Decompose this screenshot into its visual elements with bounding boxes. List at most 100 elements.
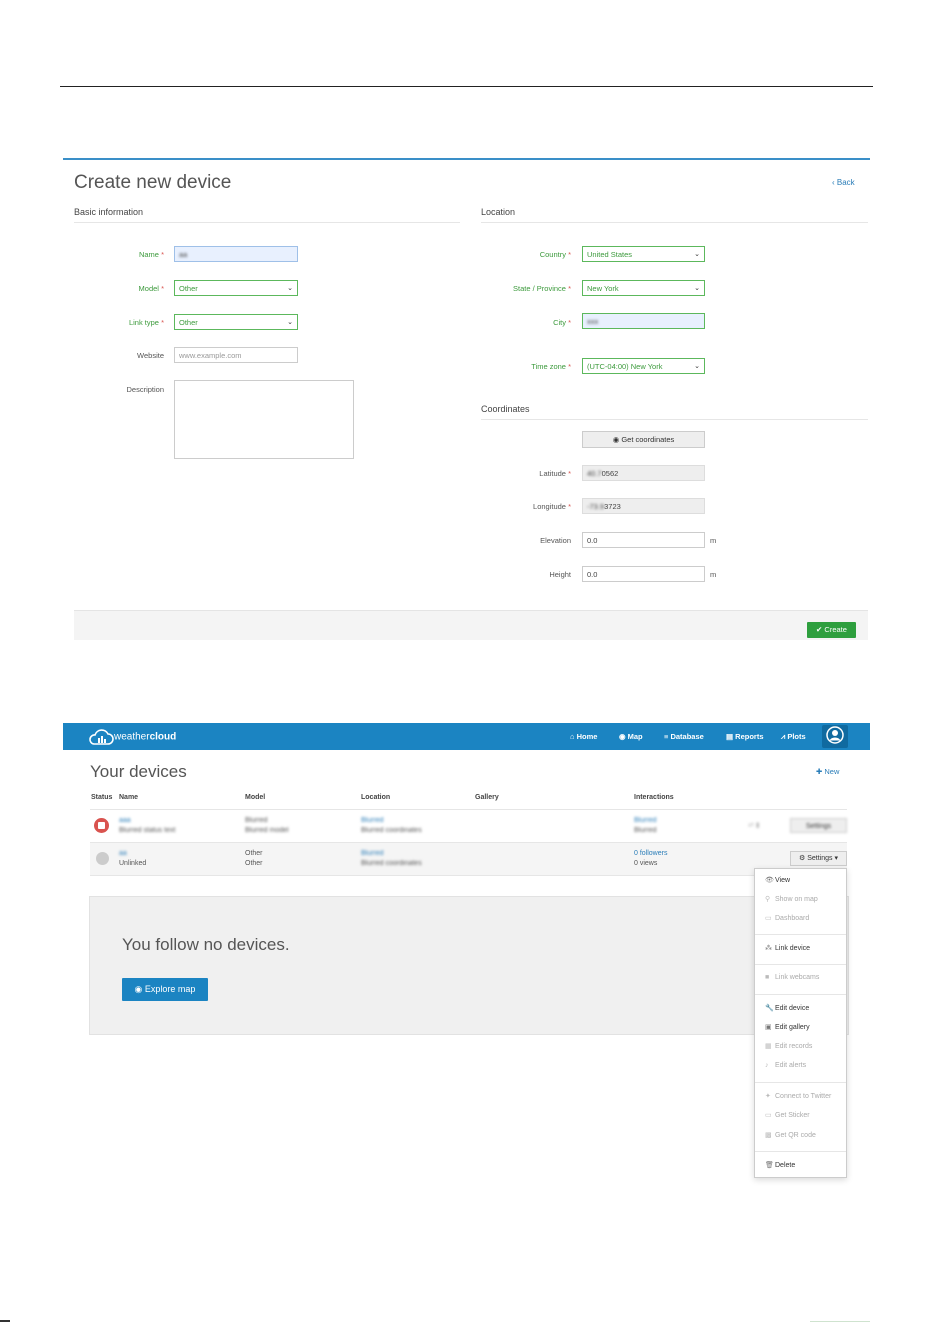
followed-devices-panel (89, 896, 849, 1035)
chevron-down-icon: ⌄ (287, 285, 293, 292)
model-select[interactable]: Other ⌄ (174, 280, 298, 296)
height-unit: m (710, 570, 717, 579)
city-field[interactable]: xxx (582, 313, 705, 329)
elevation-label: Elevation (540, 536, 571, 545)
menu-divider (755, 934, 846, 935)
table-row-views: 0 views (634, 860, 658, 867)
table-row-highlight (90, 843, 847, 875)
latitude-label: Latitude * (539, 469, 571, 478)
description-textarea[interactable] (174, 380, 354, 459)
menu-item-view[interactable]: 👁View (765, 876, 790, 884)
bell-icon: ♪ (765, 1062, 769, 1069)
monitor-icon: ▭ (765, 915, 772, 922)
menu-divider (755, 1151, 846, 1152)
page-top-rule (60, 86, 873, 87)
table-header-divider (90, 809, 847, 810)
country-select[interactable]: United States ⌄ (582, 246, 705, 262)
table-row-location[interactable]: Blurred (361, 850, 384, 857)
table-row-location-sub: Blurred coordinates (361, 827, 422, 834)
link-type-select[interactable]: Other ⌄ (174, 314, 298, 330)
menu-item-link-device[interactable]: ⁂ Link device (765, 944, 810, 952)
menu-item-link-webcams: ■ Link webcams (765, 974, 820, 981)
user-icon (826, 726, 844, 744)
city-label: City * (553, 318, 571, 327)
state-select[interactable]: New York ⌄ (582, 280, 705, 296)
create-button[interactable]: ✔ Create (807, 622, 856, 638)
elevation-input[interactable]: 0.0 (582, 532, 705, 548)
settings-button-row2[interactable]: ⚙ Settings ▾ (790, 851, 847, 866)
new-device-button[interactable]: ✚ New (816, 767, 839, 776)
name-label: Name * (138, 250, 164, 259)
get-coordinates-button[interactable]: ◉ Get coordinates (582, 431, 705, 448)
globe-icon: ◉ (134, 984, 145, 994)
website-label: Website (137, 351, 164, 360)
height-input[interactable]: 0.0 (582, 566, 705, 582)
divider (481, 222, 868, 223)
explore-map-button[interactable]: ◉ Explore map (122, 978, 208, 1001)
table-row-model: Other (245, 850, 263, 857)
weathercloud-logo[interactable]: weathercloud (88, 728, 176, 746)
menu-item-edit-gallery[interactable]: ▣ Edit gallery (765, 1023, 810, 1031)
col-gallery: Gallery (475, 794, 499, 801)
elevation-unit: m (710, 536, 717, 545)
qr-icon: ▩ (765, 1132, 772, 1139)
nav-plots[interactable]: ⩘ Plots (781, 732, 806, 742)
menu-item-get-qr-code: ▩ Get QR code (765, 1132, 816, 1139)
table-row-followers[interactable]: 0 followers (634, 850, 667, 857)
cloud-logo-icon (89, 729, 114, 745)
menu-divider (755, 964, 846, 965)
description-label: Description (126, 385, 164, 394)
wrench-icon: 🔧 (765, 1005, 774, 1012)
user-avatar[interactable] (822, 725, 848, 748)
back-link[interactable]: ‹ Back (832, 178, 855, 187)
menu-divider (755, 1082, 846, 1083)
table-row-interactions[interactable]: Blurred (634, 817, 657, 824)
height-label: Height (549, 570, 571, 579)
table-row-interactions-sub: Blurred (634, 827, 657, 834)
table-row-name[interactable]: aa (119, 850, 127, 857)
menu-item-show-on-map: ⚲ Show on map (765, 896, 818, 903)
chevron-down-icon: ⌄ (287, 319, 293, 326)
name-field[interactable]: aa (174, 246, 298, 262)
nav-reports[interactable]: ▤ Reports (726, 732, 764, 741)
settings-button-row1[interactable]: Settings (790, 818, 847, 833)
table-row-location-sub: Blurred coordinates (361, 860, 422, 867)
col-name: Name (119, 794, 139, 801)
timezone-select[interactable]: (UTC-04:00) New York ⌄ (582, 358, 705, 374)
menu-item-connect-twitter: ✦ Connect to Twitter (765, 1093, 832, 1100)
menu-item-delete[interactable]: 🗑Delete (765, 1161, 795, 1169)
location-heading: Location (481, 207, 516, 217)
no-followed-devices-text: You follow no devices. (122, 935, 290, 954)
coordinates-heading: Coordinates (481, 404, 530, 414)
back-label: Back (836, 178, 855, 187)
status-unlinked-icon (96, 852, 109, 865)
chevron-down-icon: ⌄ (694, 285, 700, 292)
settings-dropdown-menu: 👁View ⚲ Show on map ▭ Dashboard ⁂ Link devi… (754, 868, 847, 1178)
nav-database[interactable]: ≡ Database (664, 732, 704, 741)
menu-item-dashboard: ▭ Dashboard (765, 915, 810, 922)
trash-icon: 🗑 (765, 1162, 774, 1169)
link-type-label: Link type * (128, 318, 164, 327)
form-footer (74, 610, 868, 640)
col-model: Model (245, 794, 266, 801)
nav-home[interactable]: ⌂ Home (570, 732, 597, 741)
website-input[interactable]: www.example.com (174, 347, 298, 363)
camera-icon: ■ (765, 974, 770, 981)
table-row-location[interactable]: Blurred (361, 817, 384, 824)
timezone-label: Time zone * (531, 362, 571, 371)
page-corner-mark (0, 1320, 10, 1322)
menu-item-edit-records: ▦ Edit records (765, 1043, 813, 1050)
col-status: Status (91, 794, 113, 801)
country-label: Country * (539, 250, 571, 259)
nav-map[interactable]: ◉ Map (619, 732, 643, 741)
model-label: Model * (138, 284, 164, 293)
table-row-model: Blurred (245, 817, 268, 824)
page-corner-mark (810, 1321, 870, 1322)
twitter-icon: ✦ (765, 1093, 771, 1100)
table-row-name[interactable]: aaa (119, 817, 131, 824)
menu-item-edit-device[interactable]: 🔧Edit device (765, 1004, 809, 1012)
status-stopped-icon (94, 818, 109, 833)
image-icon: ▣ (765, 1024, 772, 1031)
gear-icon: ⚙ (799, 855, 808, 862)
eye-icon: 👁 (765, 877, 774, 884)
